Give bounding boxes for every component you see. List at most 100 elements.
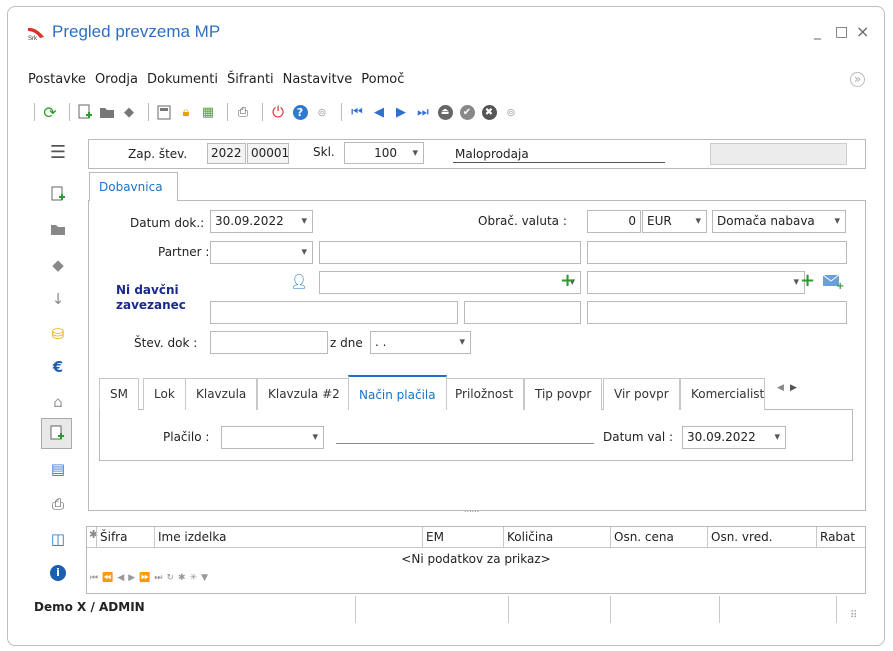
minimize-button[interactable]: _ xyxy=(814,24,821,40)
info-icon[interactable]: i xyxy=(42,562,74,581)
datum-field[interactable]: 30.09.2022 xyxy=(210,210,313,233)
new-doc-active-icon[interactable] xyxy=(41,418,72,449)
nav-prev-icon[interactable]: ◀ xyxy=(117,573,128,583)
search-table-icon[interactable]: ▤ xyxy=(42,460,74,478)
print-side-icon[interactable]: ⎙ xyxy=(42,495,74,513)
zap-year-field[interactable]: 2022 xyxy=(207,143,246,164)
close-button[interactable]: × xyxy=(856,22,869,41)
tab-tip-povpr[interactable]: Tip povpr xyxy=(524,378,603,410)
nav-edit-icon[interactable]: ✳ xyxy=(190,573,202,583)
add-contact-icon[interactable]: + xyxy=(560,270,575,291)
grid-settings-icon[interactable]: ▦ xyxy=(199,103,217,121)
maloprodaja-underline xyxy=(453,162,665,163)
tab-komercialist[interactable]: Komercialist xyxy=(680,378,765,410)
ribbon-collapse-icon[interactable]: » xyxy=(850,72,865,87)
valuta-amount-field[interactable]: 0 xyxy=(587,210,641,233)
tax-field-1[interactable] xyxy=(210,301,458,324)
skl-select[interactable]: 100 xyxy=(344,142,424,164)
nav-filter-icon[interactable]: ▼ xyxy=(201,573,212,583)
placilo-select[interactable] xyxy=(221,426,324,449)
col-rabat[interactable]: Rabat xyxy=(817,527,865,548)
tab-nacin-placila[interactable]: Način plačila xyxy=(348,375,447,410)
tab-lok[interactable]: Lok xyxy=(143,378,186,410)
arrow-down-icon[interactable]: ↓ xyxy=(42,290,74,308)
menu-nastavitve[interactable]: Nastavitve xyxy=(283,72,353,87)
tab-vir-povpr[interactable]: Vir povpr xyxy=(603,378,680,410)
eraser-icon[interactable]: ◆ xyxy=(120,103,138,121)
hamburger-menu-icon[interactable]: ☰ xyxy=(42,142,74,163)
address-select[interactable] xyxy=(587,271,805,294)
datum-val-field[interactable]: 30.09.2022 xyxy=(682,426,786,449)
tab-priloznost[interactable]: Priložnost xyxy=(444,378,525,410)
mail-add-icon[interactable]: + xyxy=(822,272,844,292)
maximize-button[interactable]: □ xyxy=(835,24,848,40)
nav-last-icon[interactable]: ⏭ xyxy=(154,573,166,583)
new-doc-side-icon[interactable] xyxy=(42,186,74,206)
col-sifra[interactable]: Šifra xyxy=(96,527,155,548)
toolbar: ⟳ ◆ 🔒︎ ▦ ⎙ ⏻ ? ⊚ ⏮ ◀ ▶ ⏭ ⏏ ✔ ✖ ⊚ xyxy=(34,101,524,123)
tab-klavzula-2[interactable]: Klavzula #2 xyxy=(257,378,351,410)
zdne-field[interactable]: . . xyxy=(370,331,471,354)
add-address-icon[interactable]: + xyxy=(800,270,815,291)
print-icon[interactable]: ⎙ xyxy=(234,103,252,121)
partner-name-field[interactable] xyxy=(319,241,581,264)
col-osn-cena[interactable]: Osn. cena xyxy=(611,527,708,548)
bank-icon[interactable]: ⌂ xyxy=(42,393,74,411)
menu-orodja[interactable]: Orodja xyxy=(95,72,138,87)
col-em[interactable]: EM xyxy=(423,527,504,548)
col-ime-izdelka[interactable]: Ime izdelka xyxy=(155,527,423,548)
tab-sm[interactable]: SM xyxy=(99,378,139,410)
nav-prev-page-icon[interactable]: ⏪ xyxy=(102,573,117,583)
tax-field-3[interactable] xyxy=(587,301,847,324)
lock-icon[interactable]: 🔒︎ xyxy=(177,103,195,121)
cancel-icon[interactable]: ✖ xyxy=(480,103,498,121)
valuta-currency-select[interactable]: EUR xyxy=(642,210,707,233)
last-record-icon[interactable]: ⏭ xyxy=(414,103,432,121)
col-osn-vred[interactable]: Osn. vred. xyxy=(708,527,817,548)
more-icon[interactable]: ⊚ xyxy=(502,103,520,121)
menu-postavke[interactable]: Postavke xyxy=(28,72,86,87)
columns-icon[interactable]: ◫ xyxy=(42,530,74,548)
zap-number-field[interactable]: 00001 xyxy=(247,143,289,164)
resize-grip-icon[interactable]: ⠿ xyxy=(850,610,857,621)
eject-icon[interactable]: ⏏ xyxy=(436,103,454,121)
nav-insert-icon[interactable]: ✱ xyxy=(178,573,190,583)
menu-sifranti[interactable]: Šifranti xyxy=(227,72,274,87)
new-document-icon[interactable] xyxy=(76,103,94,121)
tab-scroll-right-icon[interactable]: ▶ xyxy=(790,383,797,393)
person-icon[interactable]: 👤︎ xyxy=(290,274,308,290)
partner-select[interactable] xyxy=(210,241,313,264)
contact-select[interactable] xyxy=(319,271,581,294)
tab-dobavnica[interactable]: Dobavnica xyxy=(89,172,178,201)
stev-dok-field[interactable] xyxy=(210,331,328,354)
menu-pomoc[interactable]: Pomoč xyxy=(361,72,404,87)
help-icon[interactable]: ? xyxy=(291,103,309,121)
folder-side-icon[interactable] xyxy=(42,222,74,240)
nabava-select[interactable]: Domača nabava xyxy=(712,210,846,233)
nav-refresh-icon[interactable]: ↻ xyxy=(167,573,179,583)
partner-extra-field[interactable] xyxy=(587,241,847,264)
nav-next-page-icon[interactable]: ⏩ xyxy=(139,573,154,583)
menu-dokumenti[interactable]: Dokumenti xyxy=(147,72,218,87)
nav-first-icon[interactable]: ⏮ xyxy=(90,573,102,583)
calculator-icon[interactable] xyxy=(155,103,173,121)
partner-label: Partner : xyxy=(158,245,210,259)
database-add-icon[interactable]: ⛁ xyxy=(42,325,74,343)
eraser-side-icon[interactable]: ◆ xyxy=(42,256,74,274)
previous-record-icon[interactable]: ◀ xyxy=(370,103,388,121)
open-folder-icon[interactable] xyxy=(98,103,116,121)
next-record-icon[interactable]: ▶ xyxy=(392,103,410,121)
refresh-icon[interactable]: ⟳ xyxy=(41,103,59,122)
tab-klavzula[interactable]: Klavzula xyxy=(185,378,258,410)
expand-icon[interactable]: ⊚ xyxy=(313,103,331,121)
first-record-icon[interactable]: ⏮ xyxy=(348,103,366,121)
nav-next-icon[interactable]: ▶ xyxy=(128,573,139,583)
tax-field-2[interactable] xyxy=(464,301,581,324)
euro-icon[interactable]: € xyxy=(42,358,74,376)
splitter-handle[interactable]: ...... xyxy=(464,505,479,514)
confirm-icon[interactable]: ✔ xyxy=(458,103,476,121)
power-icon[interactable]: ⏻ xyxy=(269,103,287,121)
col-kolicina[interactable]: Količina xyxy=(504,527,611,548)
tab-scroll-left-icon[interactable]: ◀ xyxy=(777,383,784,393)
status-sep-3 xyxy=(610,596,611,623)
